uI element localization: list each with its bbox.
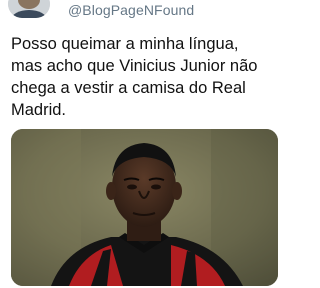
tweet-card: @BlogPageNFound Posso queimar a minha lí… bbox=[0, 0, 288, 288]
tweet-text-line: mas acho que Vinicius Junior não bbox=[11, 57, 258, 75]
user-avatar[interactable] bbox=[8, 0, 50, 18]
tweet-header: @BlogPageNFound bbox=[8, 0, 194, 18]
tweet-text-line: Posso queimar a minha língua, bbox=[11, 35, 239, 53]
tweet-text-line: chega a vestir a camisa do Real bbox=[11, 79, 246, 97]
tweet-photo[interactable] bbox=[11, 129, 278, 286]
player-photo-image bbox=[11, 129, 278, 286]
user-handle[interactable]: @BlogPageNFound bbox=[68, 2, 194, 18]
tweet-text: Posso queimar a minha língua, mas acho q… bbox=[11, 33, 281, 121]
tweet-text-line: Madrid. bbox=[11, 101, 67, 119]
avatar-icon bbox=[8, 0, 50, 18]
